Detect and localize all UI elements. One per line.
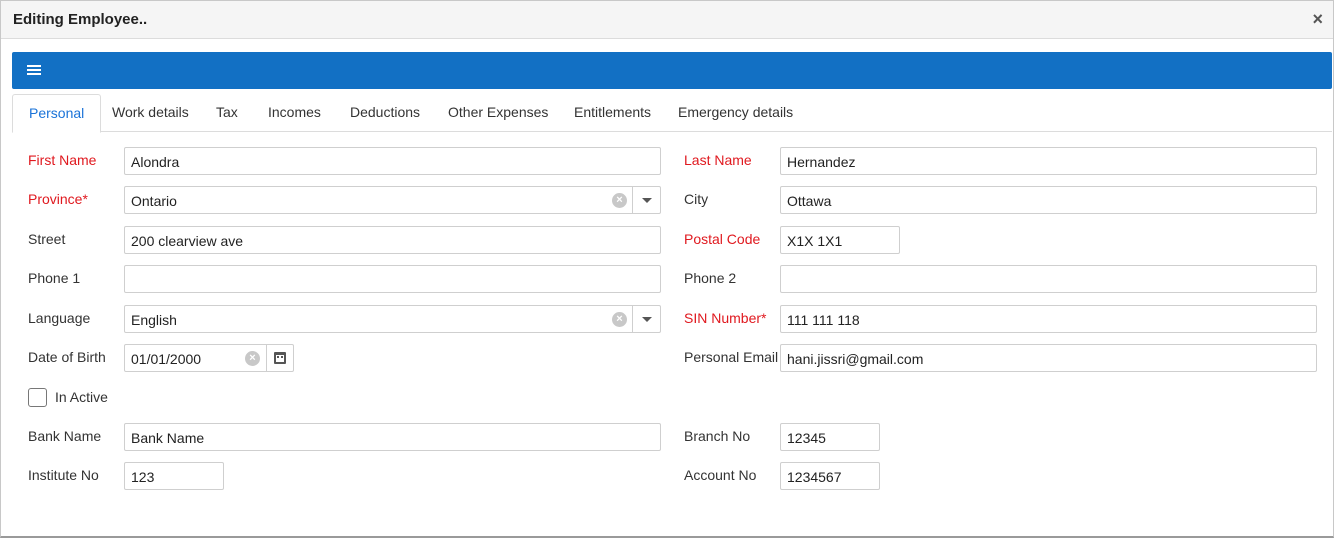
account-no-label: Account No <box>684 467 757 483</box>
clear-icon[interactable]: × <box>612 312 627 327</box>
dialog-titlebar: Editing Employee.. × <box>1 1 1333 39</box>
bank-name-label: Bank Name <box>28 428 102 444</box>
postal-code-field[interactable]: X1X 1X1 <box>780 226 900 254</box>
institute-no-value: 123 <box>131 469 155 485</box>
calendar-icon <box>274 352 286 364</box>
city-field[interactable]: Ottawa <box>780 186 1317 214</box>
clear-icon[interactable]: × <box>245 351 260 366</box>
phone2-label: Phone 2 <box>684 270 737 286</box>
city-label: City <box>684 191 709 207</box>
phone1-label: Phone 1 <box>28 270 81 286</box>
close-icon[interactable]: × <box>1312 10 1323 28</box>
institute-no-field[interactable]: 123 <box>124 462 224 490</box>
last-name-field[interactable]: Hernandez <box>780 147 1317 175</box>
tab-bar: Personal Work details Tax Incomes Deduct… <box>12 94 1332 133</box>
dropdown-button[interactable] <box>632 306 660 332</box>
first-name-field[interactable]: Alondra <box>124 147 661 175</box>
chevron-down-icon <box>642 317 652 322</box>
city-value: Ottawa <box>787 193 832 209</box>
email-field[interactable]: hani.jissri@gmail.com <box>780 344 1317 372</box>
hamburger-menu-icon[interactable] <box>27 65 41 76</box>
chevron-down-icon <box>642 198 652 203</box>
phone2-field[interactable] <box>780 265 1317 293</box>
postal-code-value: X1X 1X1 <box>787 233 843 249</box>
postal-code-label: Postal Code <box>684 231 761 247</box>
branch-no-value: 12345 <box>787 430 826 446</box>
email-label: Personal Email <box>684 349 779 365</box>
tab-tax[interactable]: Tax <box>200 94 254 132</box>
province-value: Ontario <box>131 193 177 209</box>
calendar-button[interactable] <box>266 345 293 371</box>
street-value: 200 clearview ave <box>131 233 244 249</box>
toolbar <box>12 52 1332 89</box>
bank-name-field[interactable]: Bank Name <box>124 423 661 451</box>
tab-work-details[interactable]: Work details <box>96 94 205 132</box>
first-name-label: First Name <box>28 152 97 168</box>
street-field[interactable]: 200 clearview ave <box>124 226 661 254</box>
tab-incomes[interactable]: Incomes <box>252 94 337 132</box>
language-value: English <box>131 312 177 328</box>
sin-field[interactable]: 111 111 118 <box>780 305 1317 333</box>
tab-entitlements[interactable]: Entitlements <box>558 94 667 132</box>
email-value: hani.jissri@gmail.com <box>787 351 924 367</box>
language-select[interactable]: English × <box>124 305 661 333</box>
tab-other-expenses[interactable]: Other Expenses <box>432 94 564 132</box>
account-no-value: 1234567 <box>787 469 842 485</box>
street-label: Street <box>28 231 66 247</box>
language-label: Language <box>28 310 91 326</box>
tab-emergency-details[interactable]: Emergency details <box>662 94 809 132</box>
bank-name-value: Bank Name <box>131 430 205 446</box>
institute-no-label: Institute No <box>28 467 99 483</box>
sin-value: 111 111 118 <box>787 312 860 328</box>
dob-datepicker[interactable]: 01/01/2000 × <box>124 344 294 372</box>
clear-icon[interactable]: × <box>612 193 627 208</box>
tab-deductions[interactable]: Deductions <box>334 94 436 132</box>
phone1-field[interactable] <box>124 265 661 293</box>
inactive-checkbox[interactable] <box>28 388 47 407</box>
dob-label: Date of Birth <box>28 349 106 365</box>
inactive-label: In Active <box>55 389 108 405</box>
province-label: Province* <box>28 191 88 207</box>
dropdown-button[interactable] <box>632 187 660 213</box>
account-no-field[interactable]: 1234567 <box>780 462 880 490</box>
dialog-title: Editing Employee.. <box>13 11 148 28</box>
dob-value: 01/01/2000 <box>131 351 202 367</box>
sin-label: SIN Number* <box>684 310 767 326</box>
first-name-value: Alondra <box>131 154 180 170</box>
last-name-label: Last Name <box>684 152 752 168</box>
last-name-value: Hernandez <box>787 154 856 170</box>
employee-edit-dialog: Editing Employee.. × Personal Work detai… <box>0 0 1334 538</box>
branch-no-label: Branch No <box>684 428 751 444</box>
tab-personal[interactable]: Personal <box>12 94 102 133</box>
province-select[interactable]: Ontario × <box>124 186 661 214</box>
branch-no-field[interactable]: 12345 <box>780 423 880 451</box>
